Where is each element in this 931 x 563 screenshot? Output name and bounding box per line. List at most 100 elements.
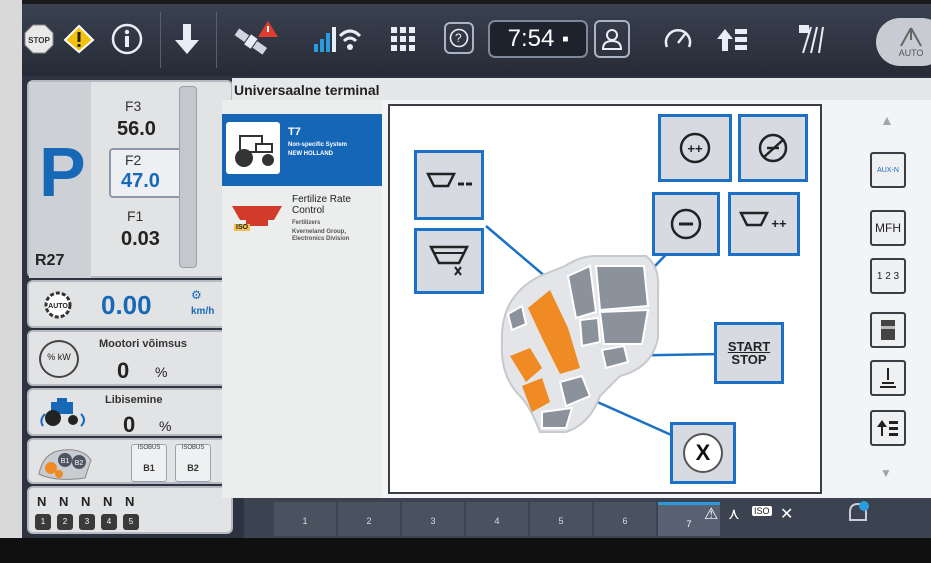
list-up-button[interactable] xyxy=(870,410,906,446)
screen-bezel-left xyxy=(0,0,22,563)
vt-mask-canvas: ++ ++ START STOP X xyxy=(388,104,822,494)
vt-implement-list: T7 Non-specific System NEW HOLLAND ISO F… xyxy=(222,100,382,498)
vt-softkey-column: ▲ AUX-N MFH 1 2 3 ▼ xyxy=(834,104,928,496)
vt-item-line2: NEW HOLLAND xyxy=(288,151,333,157)
top-separator xyxy=(160,12,161,68)
svg-text:++: ++ xyxy=(687,141,703,156)
camera-icon: ■ xyxy=(562,33,569,45)
tab-5[interactable]: 5 xyxy=(530,502,592,536)
f2-value: 47.0 xyxy=(121,170,160,192)
speedometer-icon[interactable] xyxy=(660,18,696,60)
upload-list-icon[interactable] xyxy=(712,18,752,60)
stop-label: STOP xyxy=(731,352,767,367)
neutral-status-card[interactable]: N N N N N 1 2 3 4 5 xyxy=(27,486,233,534)
rate-decrease-button[interactable] xyxy=(652,192,720,256)
signal-wifi-icon[interactable] xyxy=(312,18,362,60)
tools-icon: ✕ xyxy=(780,506,794,523)
remote-valve-icon: 4 xyxy=(101,514,117,530)
user-button[interactable] xyxy=(594,20,630,58)
wheel-slip-card[interactable]: Libisemine 0 % xyxy=(27,388,233,437)
tab-6[interactable]: 6 xyxy=(594,502,656,536)
screen-bezel-bottom xyxy=(0,538,931,563)
info-icon[interactable] xyxy=(110,18,144,60)
remote-valve-icon: 2 xyxy=(57,514,73,530)
isobus-b2-label: B2 xyxy=(187,463,199,473)
top-separator xyxy=(216,12,217,68)
list-up-icon xyxy=(877,420,898,436)
mfh-button[interactable]: MFH xyxy=(870,210,906,246)
close-x-label: X xyxy=(683,433,723,473)
transmission-card[interactable]: P R27 F3 56.0 F2 47.0 F1 0.03 xyxy=(27,80,233,278)
auto-label: AUTO xyxy=(898,48,924,58)
section-off-left-button[interactable] xyxy=(414,150,484,220)
isobus-title: ISOBUS xyxy=(137,445,161,451)
map-label-b2: B2 xyxy=(75,460,84,467)
scroll-up-icon[interactable]: ▲ xyxy=(880,112,894,128)
field-tractor-icon[interactable] xyxy=(794,18,834,60)
terminal-screen: STOP ? 7:54 ■ AUTO P R27 F3 56.0 F2 47.0… xyxy=(22,4,931,538)
section-on-right-button[interactable]: ++ xyxy=(728,192,800,256)
status-icon-group[interactable]: ⚠ ⋏ ISO ✕ xyxy=(704,500,814,530)
left-status-panel: P R27 F3 56.0 F2 47.0 F1 0.03 AUTO 0.00 … xyxy=(22,76,244,538)
aux-n-button[interactable]: AUX-N xyxy=(870,152,906,188)
speed-card[interactable]: AUTO 0.00 ⚙ km/h xyxy=(27,280,233,328)
guidance-icon: ⋏ xyxy=(728,506,740,523)
spreader-close-button[interactable] xyxy=(414,228,484,294)
warning-icon[interactable] xyxy=(62,18,96,60)
implement-map-icon: B1 B2 xyxy=(35,444,95,487)
isobus-status-icon: ISO xyxy=(752,506,772,516)
speed-unit: km/h xyxy=(191,306,215,317)
isobus-b2-button[interactable]: ISOBUS B2 xyxy=(175,444,211,482)
gear-slider[interactable] xyxy=(179,86,197,268)
f3-value: 56.0 xyxy=(117,118,156,140)
clock-display[interactable]: 7:54 ■ xyxy=(488,20,588,58)
scroll-down-icon[interactable]: ▼ xyxy=(880,466,892,480)
f1-label: F1 xyxy=(127,208,144,224)
isobus-title: ISOBUS xyxy=(181,445,205,451)
stop-icon[interactable]: STOP xyxy=(24,18,54,60)
f3-label: F3 xyxy=(125,98,142,114)
vt-item-line1: Fertilizers xyxy=(292,220,321,226)
isobus-b1-button[interactable]: ISOBUS B1 xyxy=(131,444,167,482)
isobus-card[interactable]: B1 B2 ISOBUS B1 ISOBUS B2 xyxy=(27,438,233,484)
notification-bell-icon[interactable] xyxy=(846,500,872,530)
gear-letter: P xyxy=(39,133,86,211)
download-arrow-icon[interactable] xyxy=(170,18,204,60)
speed-value: 0.00 xyxy=(101,290,152,320)
engine-power-value: 0 xyxy=(117,358,130,383)
start-stop-button[interactable]: START STOP xyxy=(714,322,784,384)
tab-4[interactable]: 4 xyxy=(466,502,528,536)
satellite-warning-icon[interactable] xyxy=(227,18,282,60)
remote-valve-icon: 3 xyxy=(79,514,95,530)
f2-label: F2 xyxy=(125,152,142,168)
speed-sensor-icon: ⚙ xyxy=(191,288,202,302)
engine-power-card[interactable]: % kW Mootori võimsus 0 % xyxy=(27,330,233,386)
tab-2[interactable]: 2 xyxy=(338,502,400,536)
wheel-slip-unit: % xyxy=(159,418,172,434)
tab-3[interactable]: 3 xyxy=(402,502,464,536)
wheel-slip-value: 0 xyxy=(123,412,136,437)
neutral-letter: N xyxy=(37,494,47,509)
tab-1[interactable]: 1 xyxy=(274,502,336,536)
neutral-letter: N xyxy=(59,494,69,509)
wheel-slip-label: Libisemine xyxy=(105,394,163,406)
neutral-letter: N xyxy=(125,494,135,509)
svg-text:++: ++ xyxy=(771,216,787,231)
engine-power-icon: % kW xyxy=(39,340,79,378)
vt-item-title: Fertilize Rate Control xyxy=(292,194,351,216)
vt-tab-bar: 1 2 3 4 5 6 7 xyxy=(244,498,931,538)
vt-item-t7[interactable]: T7 Non-specific System NEW HOLLAND xyxy=(222,114,382,186)
fill-level-button[interactable] xyxy=(870,360,906,396)
auto-guidance-button[interactable]: AUTO xyxy=(876,18,931,66)
vt-title: Universaalne terminal xyxy=(232,78,931,100)
vt-item-fertilize-rate-control[interactable]: ISO Fertilize Rate Control Fertilizers K… xyxy=(222,190,382,262)
close-x-button[interactable]: X xyxy=(670,422,736,484)
rate-increase-button[interactable]: ++ xyxy=(658,114,732,182)
vt-item-title: T7 xyxy=(288,126,301,138)
hopper-level-button[interactable] xyxy=(870,312,906,348)
apps-grid-icon[interactable] xyxy=(387,18,419,60)
help-button[interactable]: ? xyxy=(444,22,474,54)
rate-reset-button[interactable] xyxy=(738,114,808,182)
auto-gear-label: AUTO xyxy=(48,303,68,310)
counter-button[interactable]: 1 2 3 xyxy=(870,258,906,294)
